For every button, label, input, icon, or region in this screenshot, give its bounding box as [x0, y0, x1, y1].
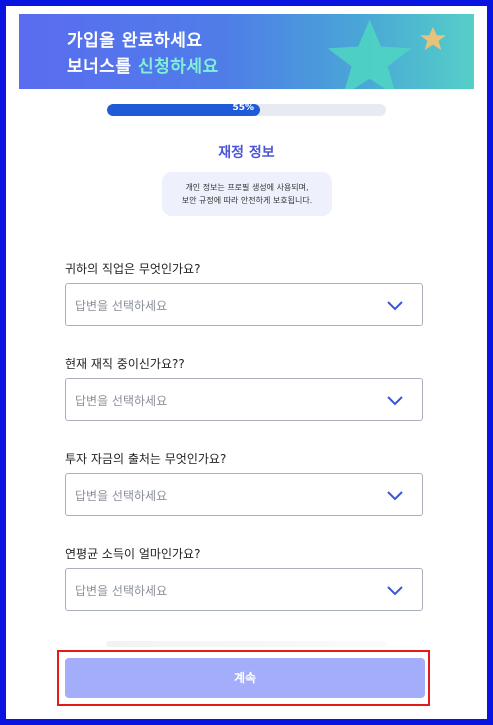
question-occupation-label: 귀하의 직업은 무엇인가요?	[65, 262, 201, 276]
occupation-select[interactable]: 답변을 선택하세요	[65, 283, 423, 326]
section-title: 재정 정보	[218, 145, 275, 161]
funds-source-select-placeholder: 답변을 선택하세요	[75, 489, 168, 503]
chevron-down-icon	[387, 586, 403, 596]
small-star-icon	[420, 26, 446, 51]
chevron-down-icon	[387, 491, 403, 501]
question-funds-source-label: 투자 자금의 출처는 무엇인가요?	[65, 452, 227, 466]
page-frame: 가입을 완료하세요 보너스를 신청하세요 55% 재정 정보 개인 정보는 프로…	[6, 6, 487, 719]
large-star-icon	[327, 19, 412, 89]
signup-banner: 가입을 완료하세요 보너스를 신청하세요	[19, 14, 474, 89]
banner-title-prefix: 보너스를	[67, 57, 138, 77]
income-select-placeholder: 답변을 선택하세요	[75, 584, 168, 598]
banner-title-line2: 보너스를 신청하세요	[67, 52, 219, 77]
faded-divider	[106, 641, 386, 647]
employment-select[interactable]: 답변을 선택하세요	[65, 378, 423, 421]
privacy-notice-line2: 보안 규정에 따라 안전하게 보호됩니다.	[181, 196, 313, 205]
chevron-down-icon	[387, 396, 403, 406]
question-income-label: 연평균 소득이 얼마인가요?	[65, 547, 201, 561]
banner-title-line1: 가입을 완료하세요	[67, 31, 203, 51]
occupation-select-placeholder: 답변을 선택하세요	[75, 299, 168, 313]
question-employment-label: 현재 재직 중이신가요??	[65, 357, 185, 371]
privacy-notice-line1: 개인 정보는 프로필 생성에 사용되며,	[185, 183, 309, 192]
progress-label: 55%	[232, 104, 254, 113]
continue-button[interactable]: 계속	[65, 658, 425, 698]
employment-select-placeholder: 답변을 선택하세요	[75, 394, 168, 408]
chevron-down-icon	[387, 301, 403, 311]
income-select[interactable]: 답변을 선택하세요	[65, 568, 423, 611]
privacy-notice: 개인 정보는 프로필 생성에 사용되며, 보안 규정에 따라 안전하게 보호됩니…	[162, 172, 332, 216]
funds-source-select[interactable]: 답변을 선택하세요	[65, 473, 423, 516]
banner-title-accent: 신청하세요	[137, 57, 219, 77]
progress-bar: 55%	[107, 104, 386, 116]
